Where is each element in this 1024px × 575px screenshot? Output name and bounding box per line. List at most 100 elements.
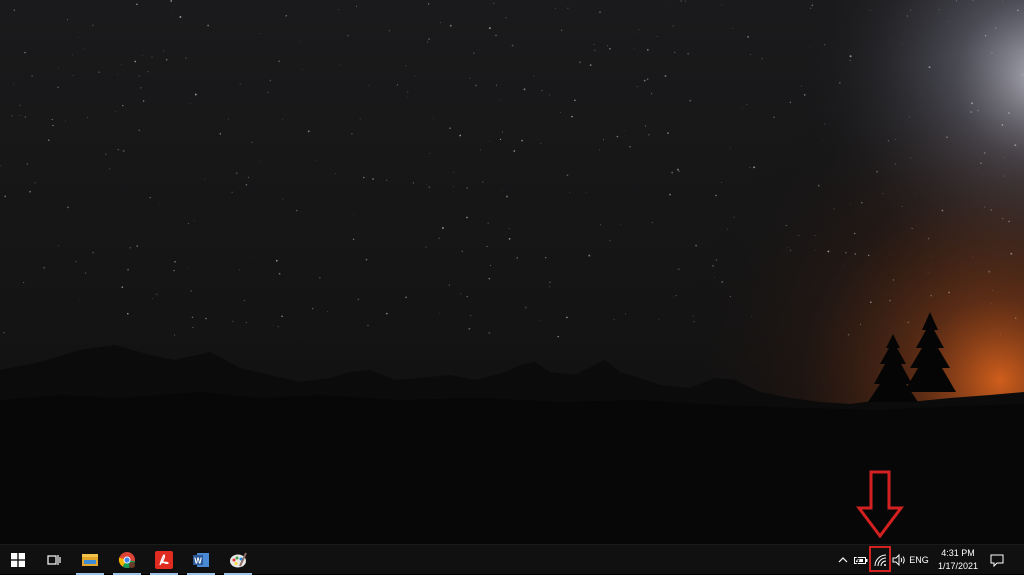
star [127, 268, 130, 271]
star [910, 157, 912, 159]
star [540, 142, 542, 144]
star [4, 195, 7, 198]
star [78, 299, 80, 300]
star [147, 70, 149, 73]
star [109, 168, 111, 170]
star [809, 46, 810, 47]
star [609, 239, 611, 242]
star [733, 216, 735, 218]
star [245, 184, 248, 186]
star [23, 282, 25, 284]
star [235, 172, 238, 175]
taskbar-app-paint[interactable] [220, 545, 256, 575]
star [359, 118, 361, 120]
star [930, 295, 932, 297]
star [906, 15, 909, 17]
star [695, 244, 698, 247]
star [803, 94, 806, 96]
star [732, 27, 734, 29]
show-hidden-icons-button[interactable] [835, 545, 851, 575]
star [57, 86, 59, 88]
task-view-button[interactable] [36, 545, 72, 575]
file-explorer-icon [82, 554, 98, 566]
star [982, 174, 983, 176]
star [396, 84, 398, 86]
star [85, 272, 87, 274]
star [599, 149, 601, 151]
star [140, 87, 142, 89]
star [845, 252, 847, 254]
star [453, 186, 455, 188]
clock-time: 4:31 PM [941, 548, 975, 558]
star [83, 48, 85, 50]
taskbar-app-chrome[interactable] [109, 545, 145, 575]
star [405, 296, 407, 299]
star [475, 84, 477, 87]
language-indicator[interactable]: ENG [908, 545, 930, 575]
star [995, 96, 997, 98]
star [466, 216, 468, 219]
star [278, 60, 280, 63]
star [149, 196, 151, 199]
star [729, 148, 731, 149]
star [66, 206, 69, 209]
star [488, 27, 491, 30]
start-button[interactable] [0, 545, 36, 575]
star [634, 48, 635, 49]
star [48, 139, 50, 141]
battery-button[interactable] [853, 545, 869, 575]
star [511, 44, 514, 47]
star [302, 69, 304, 71]
star [406, 91, 409, 93]
star [634, 33, 635, 35]
star [901, 206, 903, 208]
star [505, 17, 507, 19]
star [984, 206, 986, 208]
star [172, 12, 174, 14]
star [1000, 333, 1001, 335]
star [43, 266, 46, 269]
star [984, 35, 987, 37]
star [678, 170, 680, 172]
star [861, 202, 863, 204]
star [667, 132, 669, 134]
star [911, 227, 913, 230]
volume-button[interactable] [890, 545, 908, 575]
star [585, 192, 587, 193]
star [1015, 317, 1017, 319]
star [868, 254, 870, 257]
action-center-button[interactable] [986, 545, 1008, 575]
star [948, 21, 950, 22]
taskbar-app-word[interactable]: W [183, 545, 219, 575]
star [824, 123, 826, 125]
star [847, 333, 850, 336]
taskbar-app-pdf[interactable] [146, 545, 182, 575]
star [798, 235, 800, 237]
star [247, 176, 250, 179]
star [468, 327, 471, 330]
taskbar-app-file-explorer[interactable] [72, 545, 108, 575]
star [363, 176, 365, 179]
star [187, 267, 189, 268]
star [339, 64, 341, 66]
star [854, 253, 857, 255]
star [814, 235, 816, 236]
star [588, 254, 591, 257]
star [869, 301, 872, 304]
star [296, 209, 298, 212]
star [1017, 9, 1019, 12]
star [894, 138, 896, 140]
star [319, 277, 321, 279]
star [449, 127, 451, 129]
star [853, 232, 856, 235]
star [593, 43, 595, 46]
star [24, 51, 26, 54]
star [75, 260, 77, 263]
star [267, 91, 269, 93]
star [500, 99, 501, 101]
star [428, 38, 430, 40]
clock[interactable]: 4:31 PM 1/17/2021 [928, 547, 988, 573]
star [995, 111, 996, 113]
star [721, 280, 724, 283]
star [589, 64, 592, 66]
